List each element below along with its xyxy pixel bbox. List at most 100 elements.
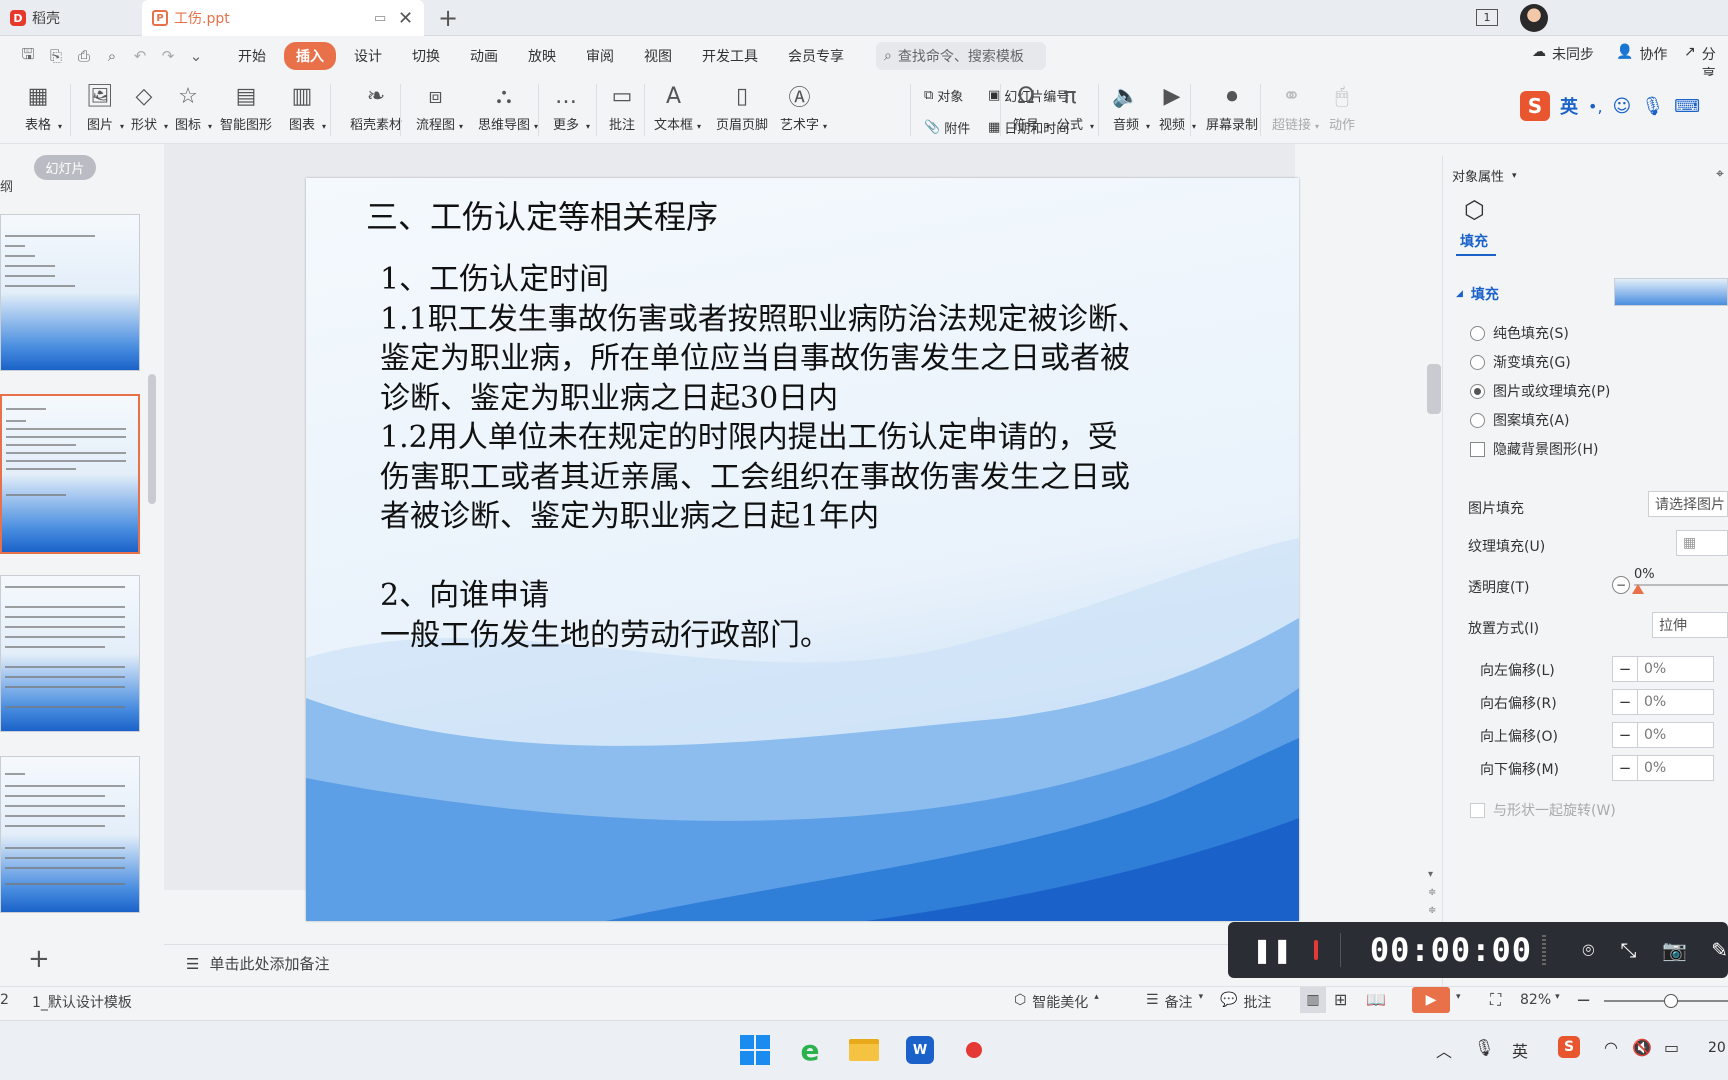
tray-wifi-icon[interactable]: ◠ <box>1604 1038 1618 1057</box>
tray-chevron-up-icon[interactable]: ︿ <box>1436 1038 1452 1062</box>
collab-button[interactable]: 👤 协作 <box>1616 44 1667 64</box>
ribbon-symbol-button[interactable]: Ω 符号 ▾ <box>1010 80 1050 134</box>
slide-sorter-icon[interactable]: ⊞ <box>1334 990 1347 1009</box>
slides-tab[interactable]: 幻灯片 <box>34 155 96 180</box>
tab-docer-home[interactable]: D 稻壳 <box>0 0 140 36</box>
menu-tab[interactable]: 开始 <box>226 42 278 70</box>
fill-bucket-icon[interactable]: ⬡ <box>1464 196 1485 224</box>
tray-microphone-icon[interactable]: 🎙 <box>1474 1038 1494 1057</box>
zoom-out-icon[interactable]: − <box>1576 990 1591 1011</box>
sync-status[interactable]: ☁ 未同步 <box>1532 44 1594 64</box>
print-preview-icon[interactable]: ⌕ <box>98 47 126 65</box>
menu-tab[interactable]: 视图 <box>632 42 684 70</box>
fill-preview[interactable] <box>1614 278 1728 306</box>
ribbon-screen-record-button[interactable]: ⏺ 屏幕录制 <box>1206 80 1258 134</box>
normal-view-icon[interactable]: ▥ <box>1300 987 1326 1013</box>
slide-thumbnail-1[interactable] <box>0 214 140 371</box>
ribbon-chart-button[interactable]: ▥ 图表 ▾ <box>286 80 326 134</box>
ribbon-material-button[interactable]: ❧ 稻壳素材 <box>350 80 402 134</box>
menu-tab[interactable]: 开发工具 <box>690 42 770 70</box>
placement-select[interactable]: 拉伸 <box>1652 612 1728 638</box>
attachment-button[interactable]: 📎 附件 <box>924 118 970 137</box>
texture-fill-select[interactable]: ▦ <box>1676 530 1728 556</box>
customize-chevron-icon[interactable]: ⌄ <box>182 47 210 65</box>
canvas-scroll-thumb[interactable] <box>1427 364 1441 414</box>
save-icon[interactable]: 🖫 <box>14 44 42 69</box>
ribbon-picture-button[interactable]: 🖼 图片 ▾ <box>84 80 124 134</box>
menu-tab[interactable]: 设计 <box>342 42 394 70</box>
slide-title[interactable]: 三、工伤认定等相关程序 <box>366 198 718 238</box>
properties-header[interactable]: 对象属性 ▾ <box>1452 166 1517 185</box>
redo-icon[interactable]: ↷ <box>154 47 182 65</box>
tray-ime-indicator[interactable]: 英 <box>1512 1038 1528 1062</box>
add-slide-icon[interactable]: + <box>28 944 50 974</box>
wps-writer-icon[interactable]: W <box>902 1032 938 1068</box>
ribbon-more-button[interactable]: … 更多 ▾ <box>550 80 590 134</box>
offset-stepper[interactable]: −0% <box>1612 656 1714 682</box>
ribbon-hyperlink-button[interactable]: ⚭ 超链接 ▾ <box>1272 80 1319 134</box>
ribbon-smartart-button[interactable]: ▤ 智能图形 <box>220 80 272 134</box>
ribbon-table-button[interactable]: ▦ 表格 ▾ <box>22 80 62 134</box>
zoom-slider-handle[interactable] <box>1664 994 1678 1008</box>
notes-bar[interactable]: ☰ 单击此处添加备注 <box>164 944 1295 982</box>
ribbon-mindmap-button[interactable]: ⛬ 思维导图 ▾ <box>478 80 538 134</box>
slide[interactable]: 三、工伤认定等相关程序 1、工伤认定时间 1.1职工发生事故伤害或者按照职业病防治… <box>306 178 1299 921</box>
tray-clock[interactable]: 20 <box>1708 1040 1726 1056</box>
slide-thumbnail-4[interactable] <box>0 756 140 913</box>
menu-tab[interactable]: 审阅 <box>574 42 626 70</box>
template-name[interactable]: 1_默认设计模板 <box>32 992 132 1012</box>
play-options-chevron-icon[interactable]: ▾ <box>1456 992 1461 1002</box>
checkbox[interactable] <box>1470 441 1485 457</box>
reading-view-icon[interactable]: 📖 <box>1366 990 1386 1009</box>
close-tab-icon[interactable]: ✕ <box>398 8 413 29</box>
offset-value[interactable]: 0% <box>1638 722 1714 748</box>
fill-section[interactable]: ◢ 填充 <box>1456 284 1499 304</box>
object-button[interactable]: ⧉ 对象 <box>924 86 963 105</box>
ribbon-flowchart-button[interactable]: ⧈ 流程图 ▾ <box>416 80 463 134</box>
format-painter-icon[interactable]: ⎘ <box>42 47 70 65</box>
ribbon-icons-button[interactable]: ☆ 图标 ▾ <box>172 80 212 134</box>
window-count-badge[interactable]: 1 <box>1476 9 1498 26</box>
decrement-button[interactable]: − <box>1612 689 1638 715</box>
radio-button[interactable] <box>1470 354 1485 370</box>
fill-type-radio[interactable]: 图片或纹理填充(P) <box>1470 381 1610 401</box>
offset-value[interactable]: 0% <box>1638 689 1714 715</box>
menu-tab[interactable]: 插入 <box>284 42 336 70</box>
collapse-icon[interactable]: ⤡ <box>1620 938 1636 962</box>
decrement-button[interactable]: − <box>1612 755 1638 781</box>
hide-background-checkbox[interactable]: 隐藏背景图形(H) <box>1470 439 1598 459</box>
tray-sogou-icon[interactable]: S <box>1558 1036 1580 1058</box>
pause-icon[interactable]: ❚❚ <box>1252 936 1292 964</box>
ime-toolbar[interactable]: S 英 •, ☺ 🎙 ⌨ <box>1516 88 1728 124</box>
offset-stepper[interactable]: −0% <box>1612 722 1714 748</box>
print-icon[interactable]: ⎙ <box>70 47 98 65</box>
avatar[interactable] <box>1520 4 1548 32</box>
fill-type-radio[interactable]: 图案填充(A) <box>1470 410 1570 430</box>
fill-type-radio[interactable]: 纯色填充(S) <box>1470 323 1569 343</box>
offset-stepper[interactable]: −0% <box>1612 755 1714 781</box>
outline-tab[interactable]: 纲 <box>0 176 13 195</box>
pin-icon[interactable]: ⌖ <box>1716 166 1724 182</box>
recorder-app-icon[interactable] <box>956 1032 992 1068</box>
picture-fill-select[interactable]: 请选择图片 <box>1648 491 1728 517</box>
screenshot-region-icon[interactable]: ⌾ <box>1582 938 1594 962</box>
checkbox[interactable] <box>1470 802 1485 818</box>
ribbon-comment-button[interactable]: ▭ 批注 <box>606 80 638 134</box>
zoom-select[interactable]: 82% ▾ <box>1520 992 1560 1008</box>
thumbnail-scrollbar[interactable] <box>148 374 156 504</box>
offset-value[interactable]: 0% <box>1638 656 1714 682</box>
ribbon-header-footer-button[interactable]: ▯ 页眉页脚 <box>716 80 768 134</box>
comments-toggle-button[interactable]: 💬 批注 <box>1220 992 1271 1012</box>
menu-tab[interactable]: 会员专享 <box>776 42 856 70</box>
canvas-scrollbar[interactable] <box>1426 156 1442 916</box>
slide-thumbnail-3[interactable] <box>0 575 140 732</box>
notes-toggle-button[interactable]: ☰ 备注 ▾ <box>1146 992 1203 1012</box>
menu-tab[interactable]: 切换 <box>400 42 452 70</box>
new-tab-icon[interactable]: + <box>438 4 458 32</box>
ribbon-shape-button[interactable]: ◇ 形状 ▾ <box>128 80 168 134</box>
undo-icon[interactable]: ↶ <box>126 47 154 65</box>
play-slideshow-button[interactable]: ▶ <box>1412 987 1450 1013</box>
stop-recording-button[interactable] <box>1314 940 1318 960</box>
search-input[interactable]: ⌕ 查找命令、搜索模板 <box>876 42 1046 70</box>
camera-icon[interactable]: 📷 <box>1662 938 1687 962</box>
